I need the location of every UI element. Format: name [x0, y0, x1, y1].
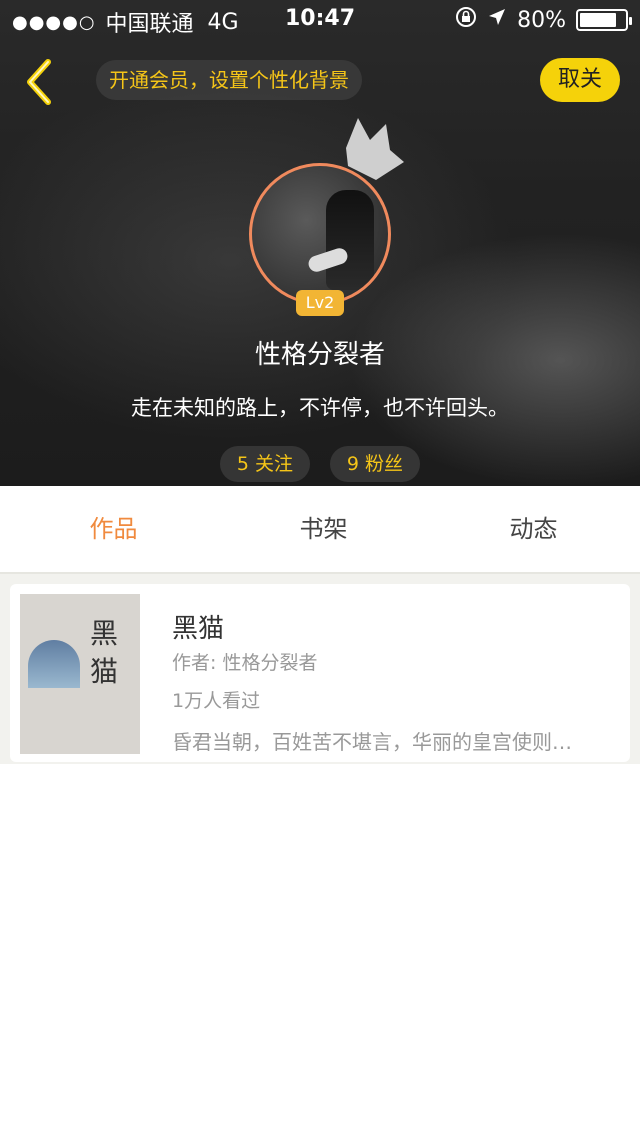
profile-header: ●●●●○ 中国联通 4G 10:47 80% 开通会员，设置个性化背景 取关	[0, 0, 640, 486]
book-author: 作者: 性格分裂者	[172, 652, 318, 674]
book-description: 昏君当朝，百姓苦不堪言，华丽的皇宫使则…	[172, 730, 572, 754]
works-list: 黑 猫 黑猫 作者: 性格分裂者 1万人看过 昏君当朝，百姓苦不堪言，华丽的皇宫…	[0, 574, 640, 764]
location-arrow-icon	[487, 7, 507, 33]
book-cover[interactable]: 黑 猫	[20, 594, 140, 754]
profile-tabs: 作品 书架 动态	[0, 486, 640, 574]
work-card[interactable]: 黑 猫 黑猫 作者: 性格分裂者 1万人看过 昏君当朝，百姓苦不堪言，华丽的皇宫…	[10, 584, 630, 762]
following-count[interactable]: 5 关注	[220, 446, 310, 482]
username: 性格分裂者	[254, 340, 385, 370]
status-bar: ●●●●○ 中国联通 4G 10:47 80%	[0, 0, 640, 40]
battery-icon	[576, 9, 632, 31]
cover-text: 猫	[90, 655, 119, 688]
book-views: 1万人看过	[172, 690, 261, 712]
level-badge: Lv2	[296, 290, 344, 316]
user-bio: 走在未知的路上，不许停，也不许回头。	[131, 396, 509, 420]
book-title[interactable]: 黑猫	[172, 608, 224, 645]
tab-works[interactable]: 作品	[7, 486, 220, 572]
vip-promo-banner[interactable]: 开通会员，设置个性化背景	[96, 60, 362, 100]
cover-text: 黑	[90, 617, 119, 650]
avatar[interactable]	[249, 163, 391, 305]
battery-percent: 80%	[517, 7, 566, 33]
tab-activity[interactable]: 动态	[427, 486, 640, 572]
orientation-lock-icon	[455, 6, 477, 34]
fans-count[interactable]: 9 粉丝	[330, 446, 420, 482]
unfollow-button[interactable]: 取关	[540, 58, 620, 102]
back-button[interactable]	[18, 56, 66, 108]
back-chevron-icon	[27, 59, 51, 105]
tab-bookshelf[interactable]: 书架	[217, 486, 430, 572]
